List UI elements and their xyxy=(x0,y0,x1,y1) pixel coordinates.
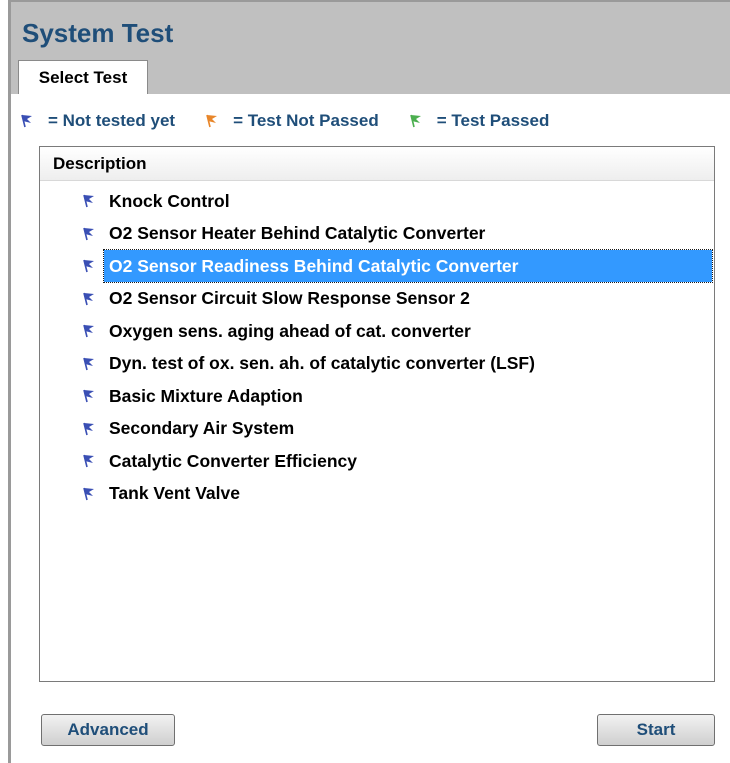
list-item-label: Oxygen sens. aging ahead of cat. convert… xyxy=(109,320,471,341)
list-item[interactable]: Knock Control xyxy=(40,185,714,218)
flag-icon xyxy=(83,357,94,370)
flag-icon xyxy=(83,487,94,500)
test-list[interactable]: Description Knock Control O2 Sensor Heat… xyxy=(39,146,715,682)
flag-icon xyxy=(409,114,421,128)
list-item[interactable]: Basic Mixture Adaption xyxy=(40,380,714,413)
list-item-label: O2 Sensor Circuit Slow Response Sensor 2 xyxy=(109,288,470,309)
list-item[interactable]: Oxygen sens. aging ahead of cat. convert… xyxy=(40,315,714,348)
flag-icon xyxy=(83,227,94,240)
legend-label: = Not tested yet xyxy=(48,111,176,130)
flag-icon xyxy=(21,114,32,128)
list-item-label: Basic Mixture Adaption xyxy=(109,385,303,406)
flag-icon xyxy=(83,194,94,208)
window-left-border xyxy=(8,0,11,763)
list-item-label: Tank Vent Valve xyxy=(109,483,240,504)
list-item-selected[interactable]: O2 Sensor Readiness Behind Catalytic Con… xyxy=(40,249,714,283)
flag-icon xyxy=(83,422,94,435)
list-item[interactable]: Catalytic Converter Efficiency xyxy=(40,445,714,478)
legend-not-tested: = Not tested yet xyxy=(20,111,175,131)
legend-label: = Test Not Passed xyxy=(233,111,379,130)
tab-select-test[interactable]: Select Test xyxy=(18,60,148,94)
list-item[interactable]: Dyn. test of ox. sen. ah. of catalytic c… xyxy=(40,348,714,381)
status-legend: = Not tested yet = Test Not Passed = Tes… xyxy=(20,108,579,134)
list-item-label: Secondary Air System xyxy=(109,418,295,439)
list-item-label: Dyn. test of ox. sen. ah. of catalytic c… xyxy=(109,353,535,374)
flag-icon xyxy=(83,259,94,273)
list-item[interactable]: Tank Vent Valve xyxy=(40,478,714,511)
start-button[interactable]: Start xyxy=(597,714,715,746)
legend-passed: = Test Passed xyxy=(409,111,550,131)
list-item[interactable]: O2 Sensor Heater Behind Catalytic Conver… xyxy=(40,218,714,251)
list-item-label: O2 Sensor Heater Behind Catalytic Conver… xyxy=(109,223,486,244)
list-item-label: Knock Control xyxy=(109,190,230,211)
list-item-label: Catalytic Converter Efficiency xyxy=(109,450,358,471)
list-item[interactable]: Secondary Air System xyxy=(40,413,714,446)
legend-not-passed: = Test Not Passed xyxy=(205,111,379,131)
flag-icon xyxy=(206,114,218,128)
test-list-items: Knock Control O2 Sensor Heater Behind Ca… xyxy=(40,185,714,510)
system-test-window: System Test Select Test = Not tested yet… xyxy=(0,0,730,763)
flag-icon xyxy=(83,292,94,305)
page-title: System Test xyxy=(22,18,174,48)
list-item-label: O2 Sensor Readiness Behind Catalytic Con… xyxy=(109,255,519,276)
list-item[interactable]: O2 Sensor Circuit Slow Response Sensor 2 xyxy=(40,283,714,316)
advanced-button[interactable]: Advanced xyxy=(41,714,175,746)
flag-icon xyxy=(83,324,94,338)
flag-icon xyxy=(83,389,94,403)
column-header-description[interactable]: Description xyxy=(40,147,714,181)
flag-icon xyxy=(83,454,94,468)
legend-label: = Test Passed xyxy=(436,111,550,130)
